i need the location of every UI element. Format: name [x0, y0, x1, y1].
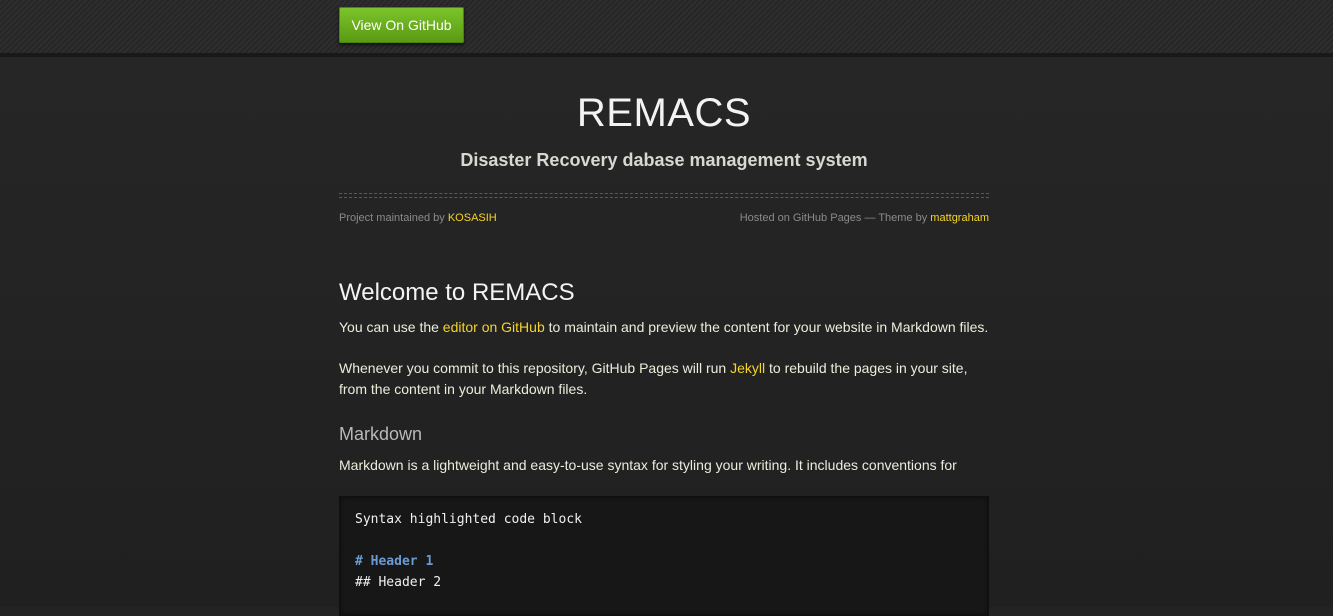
p1-text-after: to maintain and preview the content for … [544, 319, 989, 335]
code-line: Syntax highlighted code block [355, 512, 582, 527]
page-subtitle: Disaster Recovery dabase management syst… [460, 150, 868, 170]
maintained-by-label: Project maintained by [339, 212, 448, 224]
page-header: REMACS Disaster Recovery dabase manageme… [339, 57, 989, 171]
content-wrapper: REMACS Disaster Recovery dabase manageme… [339, 57, 989, 616]
maintainer-link[interactable]: KOSASIH [448, 212, 497, 224]
hosted-on-label: Hosted on GitHub Pages — Theme by [739, 212, 931, 224]
code-line-header2: ## Header 2 [355, 575, 442, 590]
welcome-heading: Welcome to REMACS [339, 279, 575, 306]
p1-text-before: You can use the [339, 319, 443, 335]
paragraph-editor: You can use the editor on GitHub to main… [339, 317, 989, 338]
maintained-by: Project maintained by KOSASIH [339, 212, 497, 224]
paragraph-markdown: Markdown is a lightweight and easy-to-us… [339, 457, 957, 473]
view-on-github-button[interactable]: View On GitHub [339, 7, 464, 43]
header-divider [339, 193, 989, 198]
paragraph-jekyll: Whenever you commit to this repository, … [339, 358, 989, 400]
main-section: REMACS Disaster Recovery dabase manageme… [0, 57, 1333, 616]
editor-on-github-link[interactable]: editor on GitHub [443, 319, 545, 335]
jekyll-link[interactable]: Jekyll [730, 360, 765, 376]
theme-author-link[interactable]: mattgraham [930, 212, 989, 224]
code-block: Syntax highlighted code block # Header 1… [339, 496, 989, 616]
code-line-header1: # Header 1 [355, 554, 434, 569]
top-bar: View On GitHub [0, 0, 1333, 57]
page-title: REMACS [576, 91, 752, 135]
p2-text-before: Whenever you commit to this repository, … [339, 360, 731, 376]
hosted-on: Hosted on GitHub Pages — Theme by mattgr… [740, 212, 989, 224]
credits-bar: Project maintained by KOSASIH Hosted on … [339, 212, 989, 224]
markdown-heading: Markdown [339, 424, 423, 444]
